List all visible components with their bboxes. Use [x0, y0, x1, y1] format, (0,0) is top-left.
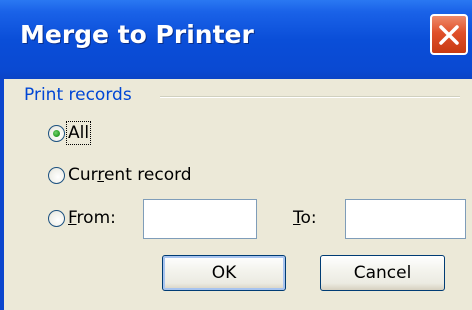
- window-title: Merge to Printer: [20, 20, 254, 49]
- ok-button[interactable]: OK: [162, 255, 286, 291]
- close-icon: [439, 25, 459, 45]
- radio-all[interactable]: [48, 125, 65, 142]
- radio-current-record-label[interactable]: Current record: [68, 165, 192, 185]
- to-input[interactable]: [345, 199, 466, 239]
- merge-to-printer-dialog: Merge to Printer Print records All Curre…: [0, 0, 472, 310]
- cancel-button[interactable]: Cancel: [320, 255, 445, 291]
- radio-current-record[interactable]: [48, 167, 65, 184]
- title-bar[interactable]: Merge to Printer: [0, 0, 472, 79]
- window-border: [0, 79, 4, 310]
- from-input[interactable]: [143, 199, 257, 239]
- to-label: To:: [293, 208, 317, 228]
- close-button[interactable]: [430, 14, 468, 55]
- radio-from-label[interactable]: From:: [68, 208, 116, 228]
- print-records-group-label: Print records: [24, 85, 132, 105]
- radio-all-label[interactable]: All: [65, 121, 92, 145]
- radio-from[interactable]: [48, 210, 65, 227]
- group-divider: [160, 96, 460, 98]
- radio-selected-dot: [53, 130, 60, 137]
